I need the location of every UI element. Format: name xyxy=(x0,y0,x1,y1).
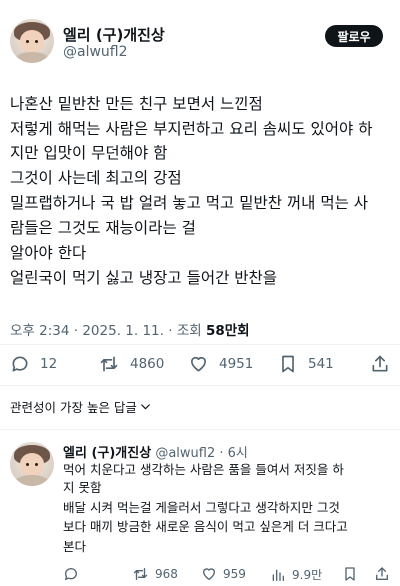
reply-share-button[interactable] xyxy=(374,566,390,582)
reply-line: 본다 xyxy=(63,539,87,554)
bookmark-icon xyxy=(278,354,298,374)
repost-icon xyxy=(98,354,120,374)
views-count: 58만회 xyxy=(205,323,250,339)
follow-button[interactable]: 팔로우 xyxy=(325,25,383,47)
repost-icon xyxy=(132,566,149,582)
reply-icon xyxy=(63,566,79,582)
reply-sort-dropdown[interactable]: 관련성이 가장 높은 답글 xyxy=(10,397,152,416)
post-line: 그것이 사는데 최고의 강점 xyxy=(10,169,182,187)
repost-count: 4860 xyxy=(130,356,165,372)
post-line: 밀프랩하거나 국 밥 얼려 놓고 먹고 밑반찬 꺼내 먹는 사 xyxy=(10,194,369,212)
reply-sort-label: 관련성이 가장 높은 답글 xyxy=(10,400,137,415)
post-line: 지만 입맛이 무던해야 함 xyxy=(10,144,168,162)
reply-bookmark-button[interactable] xyxy=(342,566,358,582)
reply-views-button[interactable]: 9.9만 xyxy=(270,566,322,583)
reply-repost-button[interactable]: 968 xyxy=(132,566,178,582)
reply-line: 지 못함 xyxy=(63,480,102,495)
divider xyxy=(0,385,400,386)
like-icon xyxy=(201,566,217,582)
reply-views-count: 9.9만 xyxy=(292,568,323,582)
like-icon xyxy=(188,354,209,374)
avatar-body xyxy=(14,474,50,486)
author-handle[interactable]: @alwufl2 xyxy=(63,44,128,60)
reply-separator: · xyxy=(219,446,224,461)
post-line: 알아야 한다 xyxy=(10,244,87,262)
author-name[interactable]: 엘리 (구)개진상 xyxy=(63,24,165,45)
post-line: 람들은 그것도 재능이라는 걸 xyxy=(10,219,196,237)
reply-author-avatar[interactable] xyxy=(10,442,54,486)
author-avatar[interactable] xyxy=(10,19,54,63)
post-meta: 오후 2:34 · 2025. 1. 11. · 조회 58만회 xyxy=(10,319,250,339)
share-icon xyxy=(374,566,390,582)
reply-like-button[interactable]: 959 xyxy=(201,566,246,582)
post-line: 나혼산 밑반찬 만든 친구 보면서 느낀점 xyxy=(10,95,263,113)
reply-reply-button[interactable] xyxy=(63,566,79,582)
divider xyxy=(0,429,400,430)
views-label: 조회 xyxy=(176,323,202,339)
divider xyxy=(0,344,400,345)
repost-button[interactable]: 4860 xyxy=(98,354,164,374)
post-time[interactable]: 오후 2:34 xyxy=(10,323,69,339)
post-line: 저렇게 해먹는 사람은 부지런하고 요리 솜씨도 있어야 하 xyxy=(10,120,373,138)
share-icon xyxy=(370,354,390,374)
reply-repost-count: 968 xyxy=(155,567,178,581)
reply-button[interactable]: 12 xyxy=(10,354,57,374)
reply-icon xyxy=(10,354,30,374)
reply-line: 보다 매끼 방금한 새로운 음식이 먹고 싶은게 더 크다고 xyxy=(63,519,348,534)
like-count: 4951 xyxy=(219,356,254,372)
reply-line: 배달 시켜 먹는걸 게을러서 그렇다고 생각하지만 그것 xyxy=(63,500,340,515)
bookmark-button[interactable]: 541 xyxy=(278,354,334,374)
avatar-face xyxy=(19,453,45,477)
avatar-face xyxy=(19,30,45,54)
avatar-body xyxy=(14,51,50,63)
reply-author-handle[interactable]: @alwufl2 xyxy=(155,446,215,461)
post-line: 얼린국이 먹기 싫고 냉장고 들어간 반찬을 xyxy=(10,269,278,287)
meta-separator: · xyxy=(168,323,177,339)
bookmark-icon xyxy=(342,566,358,582)
reply-like-count: 959 xyxy=(223,567,246,581)
reply-line: 먹어 치운다고 생각하는 사람은 품을 들여서 저짓을 하 xyxy=(63,462,344,477)
views-icon xyxy=(270,567,286,583)
chevron-down-icon xyxy=(139,400,152,413)
share-button[interactable] xyxy=(370,354,390,374)
reply-author-name[interactable]: 엘리 (구)개진상 xyxy=(63,446,151,461)
reply-header: 엘리 (구)개진상 @alwufl2 · 6시 xyxy=(63,442,248,461)
bookmark-count: 541 xyxy=(308,356,334,372)
reply-count: 12 xyxy=(40,356,58,372)
post-date[interactable]: 2025. 1. 11. xyxy=(82,323,164,339)
like-button[interactable]: 4951 xyxy=(188,354,253,374)
reply-time[interactable]: 6시 xyxy=(228,446,248,461)
